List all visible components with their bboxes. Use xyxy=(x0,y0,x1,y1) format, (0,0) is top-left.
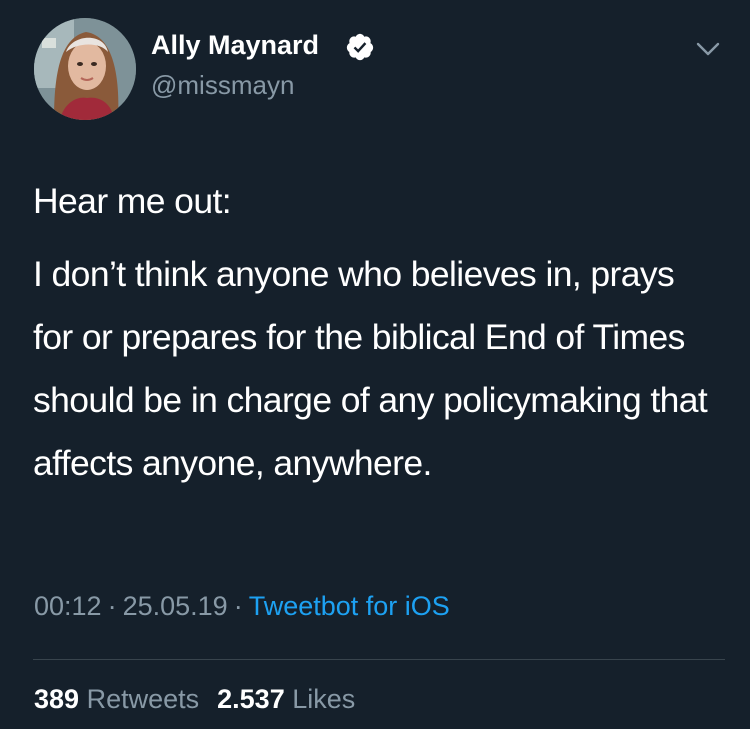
meta-separator: · xyxy=(233,591,243,621)
tweet-stats: 389 Retweets 2.537 Likes xyxy=(34,684,355,715)
chevron-down-icon[interactable] xyxy=(695,40,721,58)
tweet-source-link[interactable]: Tweetbot for iOS xyxy=(249,591,450,621)
retweets-stat[interactable]: 389 Retweets xyxy=(34,684,199,714)
likes-label: Likes xyxy=(292,684,356,714)
meta-separator: · xyxy=(107,591,117,621)
divider xyxy=(33,659,725,660)
retweets-label: Retweets xyxy=(86,684,200,714)
tweet-body: I don’t think anyone who believes in, pr… xyxy=(33,254,708,483)
retweets-count: 389 xyxy=(34,684,80,714)
tweet-time[interactable]: 00:12 xyxy=(34,591,102,621)
tweet-card: Ally Maynard @missmayn Hear me out: I do… xyxy=(0,0,750,729)
tweet-meta: 00:12 · 25.05.19 · Tweetbot for iOS xyxy=(34,591,450,622)
tweet-text: Hear me out: I don’t think anyone who be… xyxy=(33,170,723,495)
verified-badge-icon xyxy=(346,33,374,61)
handle[interactable]: @missmayn xyxy=(151,70,294,101)
avatar[interactable] xyxy=(34,18,136,120)
tweet-date[interactable]: 25.05.19 xyxy=(123,591,228,621)
likes-stat[interactable]: 2.537 Likes xyxy=(217,684,355,714)
display-name[interactable]: Ally Maynard xyxy=(151,30,319,61)
tweet-intro: Hear me out: xyxy=(33,181,232,221)
likes-count: 2.537 xyxy=(217,684,285,714)
